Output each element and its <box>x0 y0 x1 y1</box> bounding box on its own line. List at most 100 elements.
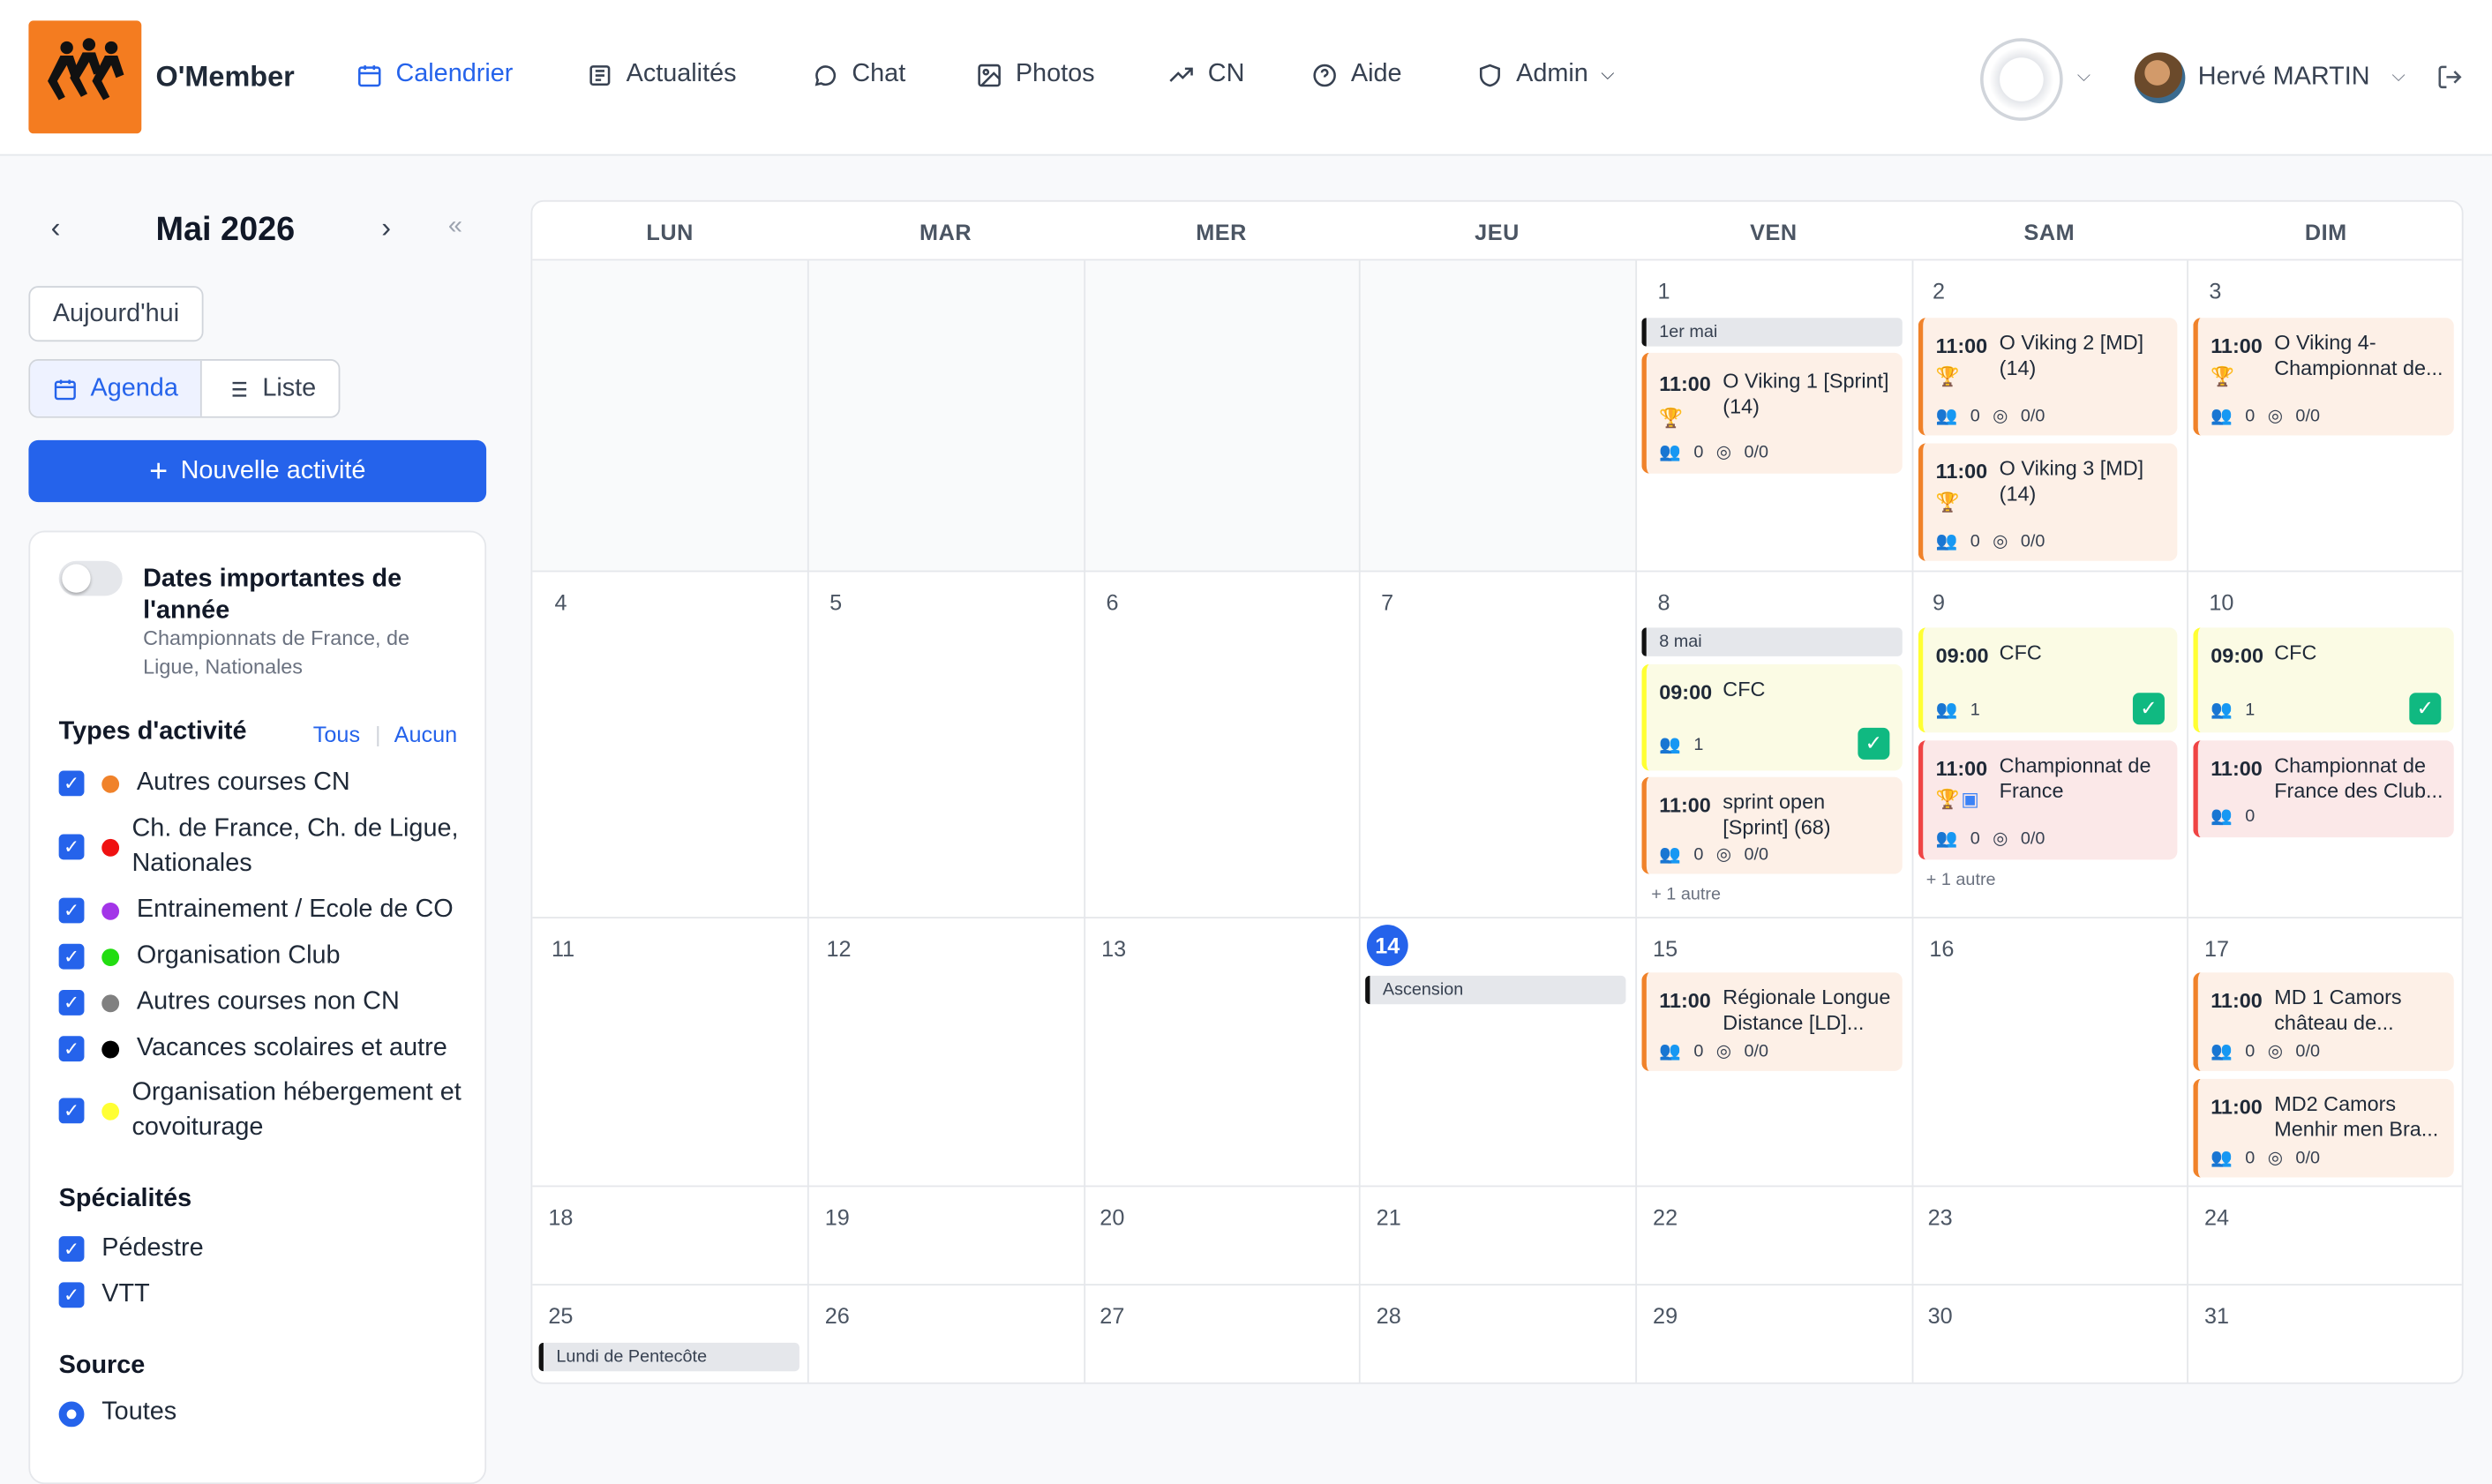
nav-calendrier[interactable]: Calendrier <box>356 60 513 88</box>
type-checkbox[interactable]: ✓ <box>58 770 85 797</box>
day-number[interactable]: 13 <box>1101 936 1126 962</box>
registered-check-icon[interactable]: ✓ <box>2132 693 2165 725</box>
day-number[interactable]: 27 <box>1100 1303 1124 1329</box>
people-icon: 👥 <box>1935 701 1958 720</box>
day-number[interactable]: 7 <box>1381 589 1393 615</box>
today-marker[interactable]: 14 <box>1366 925 1408 967</box>
select-all-link[interactable]: Tous <box>313 722 360 747</box>
day-number[interactable]: 30 <box>1928 1303 1953 1329</box>
event-card[interactable]: 11:00 Championnat de France des Club... … <box>2193 740 2454 838</box>
nav-cn[interactable]: CN <box>1168 60 1244 88</box>
club-badge[interactable] <box>1980 38 2063 121</box>
day-number[interactable]: 19 <box>825 1204 850 1230</box>
day-number[interactable]: 9 <box>1933 589 1945 615</box>
nav-aide[interactable]: Aide <box>1311 60 1402 88</box>
event-card[interactable]: 11:00 O Viking 3 [MD] (14) 🏆 👥 0 ◎ 0/0 <box>1918 443 2178 561</box>
day-number[interactable]: 11 <box>552 936 574 962</box>
day-number[interactable]: 5 <box>829 589 842 615</box>
day-number[interactable]: 29 <box>1653 1303 1678 1329</box>
day-number[interactable]: 28 <box>1377 1303 1401 1329</box>
event-meta: 👥 0 ◎ 0/0 <box>1659 442 1768 463</box>
specialite-checkbox[interactable]: ✓ <box>58 1282 85 1308</box>
nav-photos[interactable]: Photos <box>976 60 1095 88</box>
nav-admin[interactable]: Admin ⌵ <box>1476 60 1614 88</box>
day-number[interactable]: 8 <box>1657 589 1670 615</box>
day-number[interactable]: 12 <box>827 936 852 962</box>
more-events-link[interactable]: + 1 autre <box>1651 885 1721 904</box>
nav-actualites[interactable]: Actualités <box>587 60 737 88</box>
weekday-header: VEN <box>1750 218 1798 244</box>
day-number[interactable]: 1 <box>1657 278 1670 304</box>
day-number[interactable]: 16 <box>1929 936 1954 962</box>
day-number[interactable]: 18 <box>548 1204 573 1230</box>
type-checkbox[interactable]: ✓ <box>58 1036 85 1062</box>
event-card[interactable]: 11:00 Régionale Longue Distance [LD]... … <box>1641 972 1903 1071</box>
day-number[interactable]: 3 <box>2209 278 2221 304</box>
event-card[interactable]: 11:00 sprint open [Sprint] (68) 👥 0 ◎ 0/0 <box>1641 776 1903 874</box>
day-number[interactable]: 2 <box>1933 278 1945 304</box>
type-checkbox[interactable]: ✓ <box>58 990 85 1016</box>
view-agenda-button[interactable]: Agenda <box>30 360 202 416</box>
day-number[interactable]: 20 <box>1100 1204 1124 1230</box>
event-meta: 👥 0 ◎ 0/0 <box>2211 1041 2320 1062</box>
today-button[interactable]: Aujourd'hui <box>28 286 204 342</box>
event-card[interactable]: 11:00 Championnat de France Moyenne... 🏆… <box>1918 740 2178 860</box>
event-card[interactable]: 09:00 CFC 👥 1 ✓ <box>2193 627 2454 733</box>
event-time: 11:00 <box>2211 988 2263 1013</box>
user-name[interactable]: Hervé MARTIN <box>2198 64 2370 92</box>
specialite-checkbox[interactable]: ✓ <box>58 1236 85 1262</box>
view-list-button[interactable]: Liste <box>202 361 339 416</box>
source-radio[interactable] <box>58 1401 85 1428</box>
calendar-icon <box>54 378 76 400</box>
people-count: 1 <box>1693 734 1704 754</box>
chevron-down-icon[interactable]: ⌵ <box>2077 67 2090 87</box>
day-number[interactable]: 21 <box>1377 1204 1401 1230</box>
day-number[interactable]: 15 <box>1653 936 1678 962</box>
type-checkbox[interactable]: ✓ <box>58 897 85 924</box>
chevron-left-icon[interactable]: ‹ <box>51 212 61 245</box>
pin-icon: ◎ <box>1715 443 1732 463</box>
type-checkbox[interactable]: ✓ <box>58 1098 85 1124</box>
type-color-dot <box>101 1040 120 1059</box>
new-activity-button[interactable]: + Nouvelle activité <box>28 439 487 503</box>
type-checkbox[interactable]: ✓ <box>58 943 85 970</box>
day-number[interactable]: 31 <box>2204 1303 2229 1329</box>
people-icon: 👥 <box>2211 1149 2233 1168</box>
day-number[interactable]: 4 <box>555 589 567 615</box>
event-card[interactable]: 11:00 MD2 Camors Menhir men Bra... 👥 0 ◎ 0/… <box>2193 1078 2454 1178</box>
select-none-link[interactable]: Aucun <box>394 722 458 747</box>
chevron-right-icon[interactable]: › <box>381 212 391 245</box>
type-label: Autres courses CN <box>136 768 350 797</box>
club-logo[interactable] <box>28 20 142 134</box>
event-card[interactable]: 11:00 O Viking 2 [MD] (14) 🏆 👥 0 ◎ 0/0 <box>1918 318 2178 436</box>
registered-check-icon[interactable]: ✓ <box>1858 727 1890 760</box>
event-card[interactable]: 09:00 CFC 👥 1 ✓ <box>1641 663 1903 771</box>
holiday-label: Lundi de Pentecôte <box>538 1342 799 1372</box>
day-number[interactable]: 22 <box>1653 1204 1678 1230</box>
type-checkbox[interactable]: ✓ <box>58 834 85 860</box>
day-number[interactable]: 17 <box>2204 936 2229 962</box>
types-title: Types d'activité <box>58 718 247 746</box>
event-card[interactable]: 11:00 O Viking 4- Championnat de... 🏆 👥 0… <box>2193 318 2454 436</box>
current-month: Mai 2026 <box>155 211 296 248</box>
event-card[interactable]: 11:00 MD 1 Camors château de... 👥 0 ◎ 0/0 <box>2193 972 2454 1071</box>
day-number[interactable]: 26 <box>825 1303 850 1329</box>
day-number[interactable]: 23 <box>1928 1204 1953 1230</box>
nav-label: Chat <box>852 60 906 88</box>
event-card[interactable]: 11:00 O Viking 1 [Sprint] (14) 🏆 👥 0 ◎ 0/0 <box>1641 352 1903 474</box>
day-number[interactable]: 6 <box>1106 589 1118 615</box>
view-switcher: Agenda Liste <box>28 359 341 418</box>
logout-icon[interactable] <box>2436 64 2464 91</box>
nav-chat[interactable]: Chat <box>812 60 905 88</box>
more-events-link[interactable]: + 1 autre <box>1926 871 1996 890</box>
event-card[interactable]: 09:00 CFC 👥 1 ✓ <box>1918 627 2178 733</box>
avatar[interactable] <box>2134 52 2186 104</box>
day-number[interactable]: 10 <box>2209 589 2233 615</box>
collapse-icon[interactable]: « <box>448 213 462 241</box>
registered-check-icon[interactable]: ✓ <box>2409 693 2442 725</box>
weekday-header: MER <box>1196 218 1247 244</box>
day-number[interactable]: 24 <box>2204 1204 2229 1230</box>
day-number[interactable]: 25 <box>548 1303 573 1329</box>
important-dates-toggle[interactable] <box>58 560 123 596</box>
chevron-down-icon[interactable]: ⌵ <box>2392 67 2406 87</box>
